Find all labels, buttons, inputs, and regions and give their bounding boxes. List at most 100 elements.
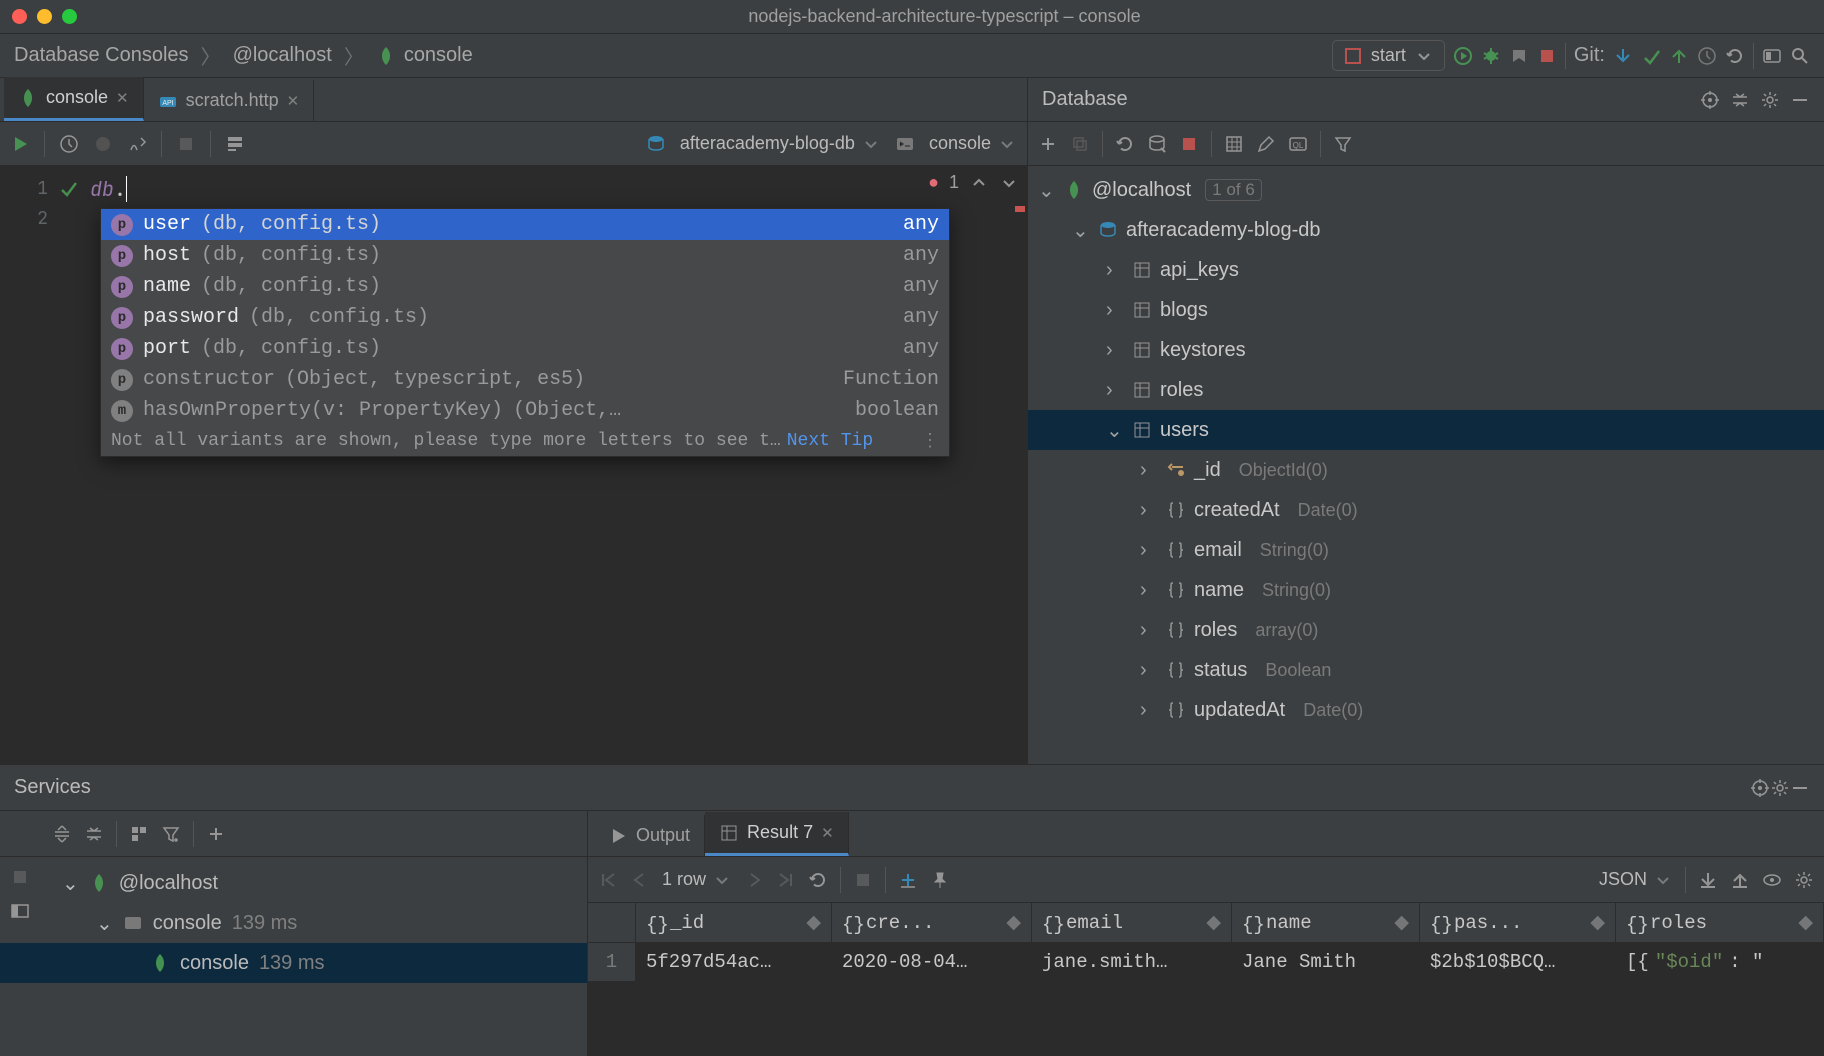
- table-row[interactable]: 1 5f297d54ac… 2020-08-04… jane.smith… Ja…: [588, 943, 1824, 981]
- first-page-icon[interactable]: [598, 870, 618, 890]
- push-icon[interactable]: [1669, 46, 1689, 66]
- cell[interactable]: $2b$10$BCQ…: [1420, 943, 1616, 981]
- datasource-properties-icon[interactable]: [1147, 134, 1167, 154]
- tree-field[interactable]: › name String(0): [1028, 570, 1824, 610]
- sort-icon[interactable]: ◆: [1394, 911, 1409, 934]
- rollback-icon[interactable]: [1725, 46, 1745, 66]
- add-row-icon[interactable]: [898, 870, 918, 890]
- service-node[interactable]: ⌄ @localhost: [0, 863, 587, 903]
- prev-error-icon[interactable]: [969, 173, 989, 193]
- stop-service-icon[interactable]: [10, 867, 30, 887]
- chevron-right-icon[interactable]: ›: [1140, 539, 1158, 562]
- autocomplete-item[interactable]: p password (db, config.ts) any: [101, 302, 949, 333]
- column-header[interactable]: {}_id◆: [636, 903, 832, 942]
- tree-field[interactable]: › email String(0): [1028, 530, 1824, 570]
- transaction-mode-icon[interactable]: [93, 134, 113, 154]
- chevron-right-icon[interactable]: ›: [1140, 659, 1158, 682]
- tree-collection[interactable]: › api_keys: [1028, 250, 1824, 290]
- cell[interactable]: 5f297d54ac…: [636, 943, 832, 981]
- datasource-selector[interactable]: afteracademy-blog-db: [680, 133, 881, 154]
- target-icon[interactable]: [1700, 90, 1720, 110]
- hide-panel-icon[interactable]: [1790, 90, 1810, 110]
- window-controls[interactable]: [12, 9, 77, 24]
- last-page-icon[interactable]: [776, 870, 796, 890]
- autocomplete-item[interactable]: p name (db, config.ts) any: [101, 271, 949, 302]
- add-service-icon[interactable]: [206, 824, 226, 844]
- add-datasource-icon[interactable]: [1038, 134, 1058, 154]
- more-options-icon[interactable]: ⋮: [921, 430, 939, 452]
- tree-collection[interactable]: › blogs: [1028, 290, 1824, 330]
- search-everywhere-icon[interactable]: [1790, 46, 1810, 66]
- gutter-run-icon[interactable]: [58, 178, 78, 198]
- tree-field[interactable]: › createdAt Date(0): [1028, 490, 1824, 530]
- layout-icon[interactable]: [10, 901, 30, 921]
- autocomplete-item[interactable]: p port (db, config.ts) any: [101, 333, 949, 364]
- column-header[interactable]: {}pas...◆: [1420, 903, 1616, 942]
- prev-page-icon[interactable]: [630, 870, 650, 890]
- settings-icon[interactable]: [127, 134, 147, 154]
- chevron-right-icon[interactable]: ›: [1106, 259, 1124, 282]
- chevron-right-icon[interactable]: ›: [1140, 699, 1158, 722]
- gear-icon[interactable]: [1760, 90, 1780, 110]
- breadcrumb[interactable]: @localhost: [233, 44, 332, 67]
- minimize-window-icon[interactable]: [37, 9, 52, 24]
- autocomplete-item[interactable]: m hasOwnProperty(v: PropertyKey) (Object…: [101, 395, 949, 426]
- filter-icon[interactable]: [1333, 134, 1353, 154]
- chevron-down-icon[interactable]: ⌄: [96, 911, 113, 936]
- autocomplete-item[interactable]: p user (db, config.ts) any: [101, 209, 949, 240]
- column-header[interactable]: {}cre...◆: [832, 903, 1032, 942]
- breadcrumb[interactable]: console: [404, 44, 473, 67]
- close-tab-icon[interactable]: ✕: [821, 824, 834, 842]
- tree-collection[interactable]: › keystores: [1028, 330, 1824, 370]
- tab-result[interactable]: Result 7 ✕: [705, 812, 849, 856]
- error-stripe[interactable]: [1015, 206, 1025, 212]
- close-tab-icon[interactable]: ✕: [116, 89, 129, 107]
- chevron-down-icon[interactable]: ⌄: [1106, 418, 1124, 443]
- ide-settings-icon[interactable]: [1762, 46, 1782, 66]
- sort-icon[interactable]: ◆: [1206, 911, 1221, 934]
- coverage-icon[interactable]: [1509, 46, 1529, 66]
- collapse-icon[interactable]: [1730, 90, 1750, 110]
- expand-all-icon[interactable]: [52, 824, 72, 844]
- chevron-right-icon[interactable]: ›: [1106, 299, 1124, 322]
- tree-field[interactable]: › roles array(0): [1028, 610, 1824, 650]
- table-view-icon[interactable]: [1224, 134, 1244, 154]
- hide-panel-icon[interactable]: [1790, 778, 1810, 798]
- zoom-window-icon[interactable]: [62, 9, 77, 24]
- close-window-icon[interactable]: [12, 9, 27, 24]
- breadcrumb[interactable]: Database Consoles: [14, 44, 189, 67]
- error-indicator-icon[interactable]: ●: [928, 172, 939, 193]
- column-header[interactable]: {}email◆: [1032, 903, 1232, 942]
- view-mode-selector[interactable]: JSON: [1599, 869, 1673, 890]
- tree-collection[interactable]: › roles: [1028, 370, 1824, 410]
- sort-icon[interactable]: ◆: [806, 911, 821, 934]
- import-icon[interactable]: [1730, 870, 1750, 890]
- chevron-down-icon[interactable]: ⌄: [62, 871, 79, 896]
- service-node[interactable]: ⌄ console 139 ms: [0, 903, 587, 943]
- next-error-icon[interactable]: [999, 173, 1019, 193]
- tree-collection-users[interactable]: ⌄ users: [1028, 410, 1824, 450]
- chevron-right-icon[interactable]: ›: [1140, 619, 1158, 642]
- chevron-right-icon[interactable]: ›: [1140, 579, 1158, 602]
- chevron-right-icon[interactable]: ›: [1106, 379, 1124, 402]
- stop-icon[interactable]: [1537, 46, 1557, 66]
- run-icon[interactable]: [1453, 46, 1473, 66]
- sort-icon[interactable]: ◆: [1590, 911, 1605, 934]
- chevron-right-icon[interactable]: ›: [1106, 339, 1124, 362]
- service-node[interactable]: console 139 ms: [0, 943, 587, 983]
- duplicate-icon[interactable]: [1070, 134, 1090, 154]
- chevron-right-icon[interactable]: ›: [1140, 459, 1158, 482]
- update-project-icon[interactable]: [1613, 46, 1633, 66]
- column-header-index[interactable]: [588, 903, 636, 942]
- cell[interactable]: jane.smith…: [1032, 943, 1232, 981]
- chevron-right-icon[interactable]: ›: [1140, 499, 1158, 522]
- edit-icon[interactable]: [1256, 134, 1276, 154]
- stop-icon[interactable]: [853, 870, 873, 890]
- row-pager[interactable]: 1 row: [662, 869, 732, 890]
- tree-field[interactable]: › _id ObjectId(0): [1028, 450, 1824, 490]
- history-icon[interactable]: [1697, 46, 1717, 66]
- disconnect-icon[interactable]: [1179, 134, 1199, 154]
- tree-field[interactable]: › updatedAt Date(0): [1028, 690, 1824, 730]
- autocomplete-item[interactable]: p constructor (Object, typescript, es5) …: [101, 364, 949, 395]
- explain-plan-icon[interactable]: [225, 134, 245, 154]
